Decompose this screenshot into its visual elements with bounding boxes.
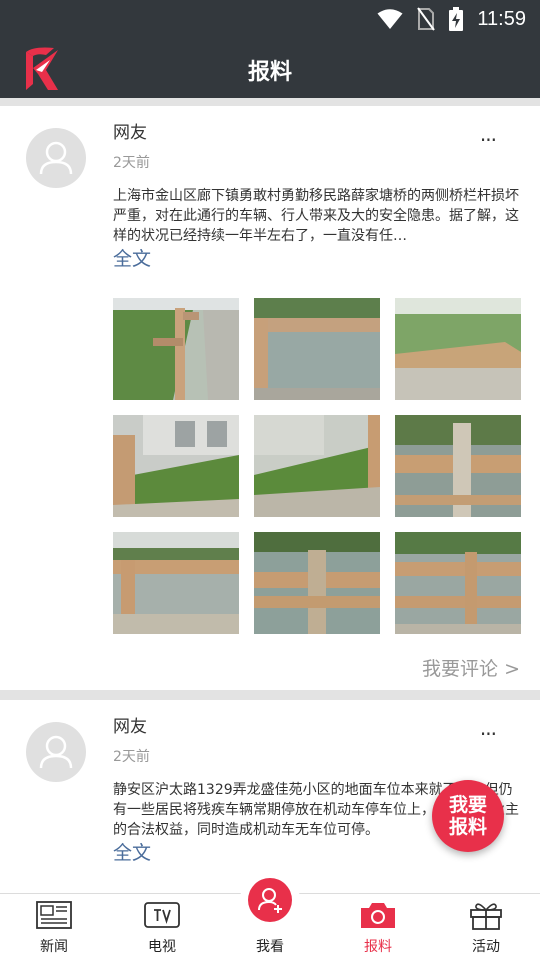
wifi-icon xyxy=(377,9,403,29)
user-icon xyxy=(39,141,73,175)
newspaper-icon xyxy=(36,901,72,929)
photo-2[interactable] xyxy=(254,298,380,400)
battery-charging-icon xyxy=(449,7,464,31)
tv-icon xyxy=(144,902,180,928)
post-username[interactable]: 网友 xyxy=(113,712,147,737)
fab-label-line2: 报料 xyxy=(448,816,487,838)
photo-grid xyxy=(113,298,521,634)
no-sim-icon xyxy=(417,7,436,31)
nav-item-news[interactable]: 新闻 xyxy=(0,894,108,960)
post-time: 2天前 xyxy=(113,155,150,171)
report-fab-button[interactable]: 我要 报料 xyxy=(432,780,504,852)
user-icon xyxy=(39,735,73,769)
more-options-button[interactable]: ... xyxy=(480,122,497,146)
full-text-link[interactable]: 全文 xyxy=(113,244,151,271)
nav-label: 电视 xyxy=(148,939,176,955)
nav-item-report[interactable]: 报料 xyxy=(324,894,432,960)
photo-1[interactable] xyxy=(113,298,239,400)
post-card: 网友 2天前 ... 上海市金山区廊下镇勇敢村勇勤移民路薛家塘桥的两侧桥栏杆损坏… xyxy=(0,106,540,690)
clock: 11:59 xyxy=(477,7,526,30)
photo-6[interactable] xyxy=(395,415,521,517)
feed-list[interactable]: 网友 2天前 ... 上海市金山区廊下镇勇敢村勇勤移民路薛家塘桥的两侧桥栏杆损坏… xyxy=(0,98,540,893)
watch-center-button[interactable] xyxy=(240,870,300,930)
post-text: 上海市金山区廊下镇勇敢村勇勤移民路薛家塘桥的两侧桥栏杆损坏严重，对在此通行的车辆… xyxy=(113,188,519,244)
nav-label: 活动 xyxy=(472,939,500,955)
post-username[interactable]: 网友 xyxy=(113,118,147,143)
center-button-circle xyxy=(248,878,292,922)
status-icons: 11:59 xyxy=(377,6,526,32)
app-header: 报料 xyxy=(0,38,540,98)
photo-8[interactable] xyxy=(254,532,380,634)
post-time: 2天前 xyxy=(113,749,150,765)
nav-label: 新闻 xyxy=(40,939,68,955)
status-bar: 11:59 xyxy=(0,0,540,38)
page-title: 报料 xyxy=(247,60,292,85)
nav-label: 报料 xyxy=(364,939,392,955)
full-text-link[interactable]: 全文 xyxy=(113,838,151,865)
more-options-button[interactable]: ... xyxy=(480,716,497,740)
nav-item-tv[interactable]: 电视 xyxy=(108,894,216,960)
nav-item-activity[interactable]: 活动 xyxy=(432,894,540,960)
avatar[interactable] xyxy=(26,128,86,188)
fab-label-line1: 我要 xyxy=(448,794,487,816)
user-plus-icon xyxy=(258,888,282,913)
photo-9[interactable] xyxy=(395,532,521,634)
gift-icon xyxy=(470,903,502,930)
photo-4[interactable] xyxy=(113,415,239,517)
photo-3[interactable] xyxy=(395,298,521,400)
comment-link[interactable]: 我要评论 > xyxy=(422,654,520,681)
avatar[interactable] xyxy=(26,722,86,782)
nav-label: 我看 xyxy=(256,939,284,955)
photo-5[interactable] xyxy=(254,415,380,517)
camera-icon xyxy=(361,903,395,928)
photo-7[interactable] xyxy=(113,532,239,634)
